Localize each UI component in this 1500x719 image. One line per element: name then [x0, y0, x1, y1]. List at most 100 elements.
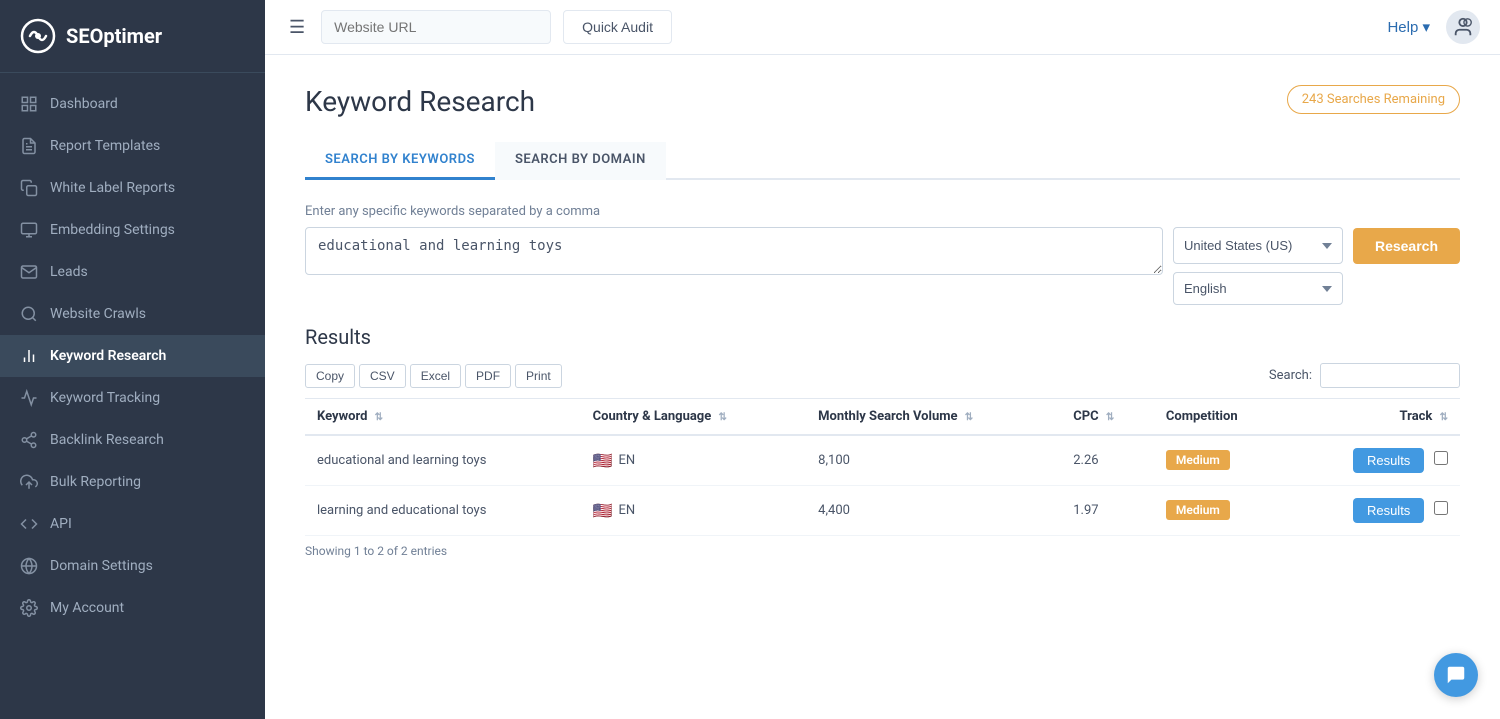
sidebar-item-bulk-reporting[interactable]: Bulk Reporting — [0, 461, 265, 503]
brand-name: SEOptimer — [66, 24, 162, 48]
table-search-input[interactable] — [1320, 363, 1460, 388]
page-header: Keyword Research 243 Searches Remaining — [305, 85, 1460, 118]
sidebar-item-api[interactable]: API — [0, 503, 265, 545]
user-avatar[interactable] — [1446, 10, 1480, 44]
sidebar-item-white-label[interactable]: White Label Reports — [0, 167, 265, 209]
tabs-bar: SEARCH BY KEYWORDS SEARCH BY DOMAIN — [305, 142, 1460, 180]
keyword-input[interactable]: educational and learning toys — [305, 227, 1163, 275]
excel-button[interactable]: Excel — [410, 364, 461, 388]
results-title: Results — [305, 325, 1460, 349]
search-section: Enter any specific keywords separated by… — [305, 204, 1460, 305]
sidebar: SEOptimer Dashboard Report Templates Whi… — [0, 0, 265, 719]
table-row: educational and learning toys 🇺🇸 EN 8,10… — [305, 435, 1460, 486]
sidebar-item-leads[interactable]: Leads — [0, 251, 265, 293]
results-toolbar: Copy CSV Excel PDF Print Search: — [305, 363, 1460, 388]
sidebar-item-label: Dashboard — [50, 96, 118, 112]
col-competition: Competition — [1154, 399, 1290, 436]
results-button-row1[interactable]: Results — [1353, 448, 1424, 473]
settings-icon — [20, 599, 38, 617]
sidebar-item-report-templates[interactable]: Report Templates — [0, 125, 265, 167]
topbar: ☰ Quick Audit Help ▾ — [265, 0, 1500, 55]
table-header-row: Keyword ⇅ Country & Language ⇅ Monthly S… — [305, 399, 1460, 436]
search-icon — [20, 305, 38, 323]
language-select[interactable]: English Spanish French — [1173, 272, 1343, 305]
help-button[interactable]: Help ▾ — [1387, 18, 1430, 36]
cell-country-language: 🇺🇸 EN — [581, 486, 807, 536]
language-code: EN — [619, 453, 636, 468]
file-edit-icon — [20, 137, 38, 155]
col-monthly-volume: Monthly Search Volume ⇅ — [806, 399, 1061, 436]
chat-bubble[interactable] — [1434, 653, 1478, 697]
results-button-row2[interactable]: Results — [1353, 498, 1424, 523]
user-icon — [1452, 16, 1474, 38]
code-icon — [20, 515, 38, 533]
table-row: learning and educational toys 🇺🇸 EN 4,40… — [305, 486, 1460, 536]
cell-competition: Medium — [1154, 435, 1290, 486]
sidebar-item-label: White Label Reports — [50, 180, 175, 196]
flag-icon: 🇺🇸 — [593, 451, 613, 470]
sidebar-item-label: Bulk Reporting — [50, 474, 141, 490]
cell-monthly-volume: 4,400 — [806, 486, 1061, 536]
chat-icon — [1445, 664, 1467, 686]
print-button[interactable]: Print — [515, 364, 562, 388]
cell-monthly-volume: 8,100 — [806, 435, 1061, 486]
monitor-icon — [20, 221, 38, 239]
cell-keyword: educational and learning toys — [305, 435, 581, 486]
url-input[interactable] — [321, 10, 551, 44]
searches-remaining-badge: 243 Searches Remaining — [1287, 85, 1460, 114]
col-country-language: Country & Language ⇅ — [581, 399, 807, 436]
copy-button[interactable]: Copy — [305, 364, 355, 388]
sidebar-item-keyword-tracking[interactable]: Keyword Tracking — [0, 377, 265, 419]
sort-icon[interactable]: ⇅ — [965, 412, 973, 423]
sidebar-item-backlink-research[interactable]: Backlink Research — [0, 419, 265, 461]
sidebar-item-label: Domain Settings — [50, 558, 153, 574]
sidebar-item-label: Backlink Research — [50, 432, 164, 448]
cell-competition: Medium — [1154, 486, 1290, 536]
bar-chart-icon — [20, 347, 38, 365]
hamburger-button[interactable]: ☰ — [285, 13, 309, 42]
main-content: ☰ Quick Audit Help ▾ Keyword Research 24… — [265, 0, 1500, 719]
share-icon — [20, 431, 38, 449]
cell-cpc: 2.26 — [1061, 435, 1154, 486]
tab-search-by-domain[interactable]: SEARCH BY DOMAIN — [495, 142, 666, 180]
upload-cloud-icon — [20, 473, 38, 491]
sort-icon[interactable]: ⇅ — [1440, 412, 1448, 423]
sidebar-item-domain-settings[interactable]: Domain Settings — [0, 545, 265, 587]
sidebar-item-label: API — [50, 516, 72, 532]
search-instructions: Enter any specific keywords separated by… — [305, 204, 1460, 219]
sidebar-item-website-crawls[interactable]: Website Crawls — [0, 293, 265, 335]
tab-search-by-keywords[interactable]: SEARCH BY KEYWORDS — [305, 142, 495, 180]
page-title: Keyword Research — [305, 85, 535, 118]
sort-icon[interactable]: ⇅ — [375, 412, 383, 423]
export-buttons: Copy CSV Excel PDF Print — [305, 364, 562, 388]
sidebar-item-embedding[interactable]: Embedding Settings — [0, 209, 265, 251]
sidebar-item-my-account[interactable]: My Account — [0, 587, 265, 629]
sort-icon[interactable]: ⇅ — [719, 412, 727, 423]
sidebar-item-dashboard[interactable]: Dashboard — [0, 83, 265, 125]
cell-track: Results — [1290, 435, 1460, 486]
col-keyword: Keyword ⇅ — [305, 399, 581, 436]
research-button[interactable]: Research — [1353, 228, 1460, 264]
cell-keyword: learning and educational toys — [305, 486, 581, 536]
cell-track: Results — [1290, 486, 1460, 536]
track-checkbox-row1[interactable] — [1434, 451, 1448, 465]
sidebar-item-label: Website Crawls — [50, 306, 146, 322]
sort-icon[interactable]: ⇅ — [1106, 412, 1114, 423]
right-controls: United States (US) United Kingdom (GB) C… — [1173, 227, 1460, 305]
csv-button[interactable]: CSV — [359, 364, 406, 388]
track-checkbox-row2[interactable] — [1434, 501, 1448, 515]
activity-icon — [20, 389, 38, 407]
language-code: EN — [619, 503, 636, 518]
quick-audit-button[interactable]: Quick Audit — [563, 10, 672, 44]
competition-badge: Medium — [1166, 500, 1230, 520]
table-footer: Showing 1 to 2 of 2 entries — [305, 544, 1460, 558]
logo-icon — [20, 18, 56, 54]
country-select[interactable]: United States (US) United Kingdom (GB) C… — [1173, 227, 1343, 264]
mail-icon — [20, 263, 38, 281]
copy-icon — [20, 179, 38, 197]
table-search: Search: — [1269, 363, 1460, 388]
sidebar-nav: Dashboard Report Templates White Label R… — [0, 73, 265, 719]
sidebar-item-keyword-research[interactable]: Keyword Research — [0, 335, 265, 377]
pdf-button[interactable]: PDF — [465, 364, 511, 388]
globe-icon — [20, 557, 38, 575]
